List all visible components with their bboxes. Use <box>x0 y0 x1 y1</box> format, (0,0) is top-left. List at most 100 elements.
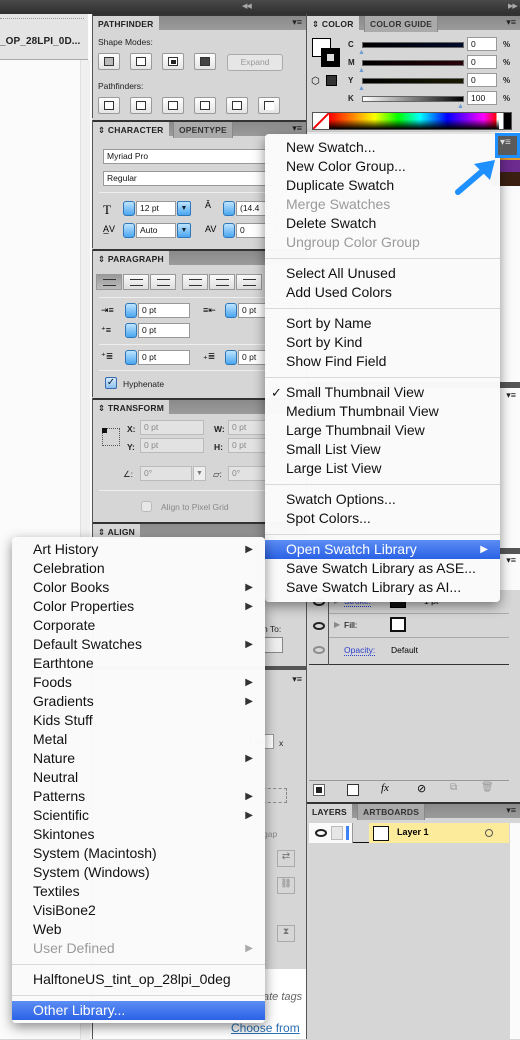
panel-menu-icon[interactable]: ▾≡ <box>292 123 302 134</box>
exclude-button[interactable] <box>194 53 216 70</box>
minus-front-button[interactable] <box>130 53 152 70</box>
menu-item-show-find-field[interactable]: Show Find Field <box>265 352 500 371</box>
menu-item-textiles[interactable]: Textiles <box>12 882 265 901</box>
hyphenate-checkbox[interactable]: ✓ <box>105 377 117 389</box>
tab-layers[interactable]: LAYERS <box>307 804 352 820</box>
tab-artboards[interactable]: ARTBOARDS <box>357 804 426 820</box>
channel-y-slider[interactable] <box>362 78 464 84</box>
unite-button[interactable] <box>98 53 120 70</box>
kerning-field[interactable]: Auto <box>136 223 176 238</box>
reference-point-icon[interactable] <box>102 428 120 446</box>
minus-back-button[interactable] <box>258 97 280 114</box>
menu-item-system-macintosh[interactable]: System (Macintosh) <box>12 844 265 863</box>
menu-item-default-swatches[interactable]: Default Swatches ▶ <box>12 635 265 654</box>
duplicate-item-button[interactable]: ⧉ <box>450 782 457 793</box>
menu-item-visibone2[interactable]: VisiBone2 <box>12 901 265 920</box>
menu-item-neutral[interactable]: Neutral <box>12 768 265 787</box>
fill-expand-icon[interactable]: ▶ <box>334 620 340 629</box>
menu-item-system-windows[interactable]: System (Windows) <box>12 863 265 882</box>
menu-item-art-history[interactable]: Art History ▶ <box>12 540 265 559</box>
y-field[interactable]: 0 pt <box>140 438 204 453</box>
swap-arrows-button[interactable]: ⇄ <box>277 850 295 867</box>
tab-transform[interactable]: ⇕ TRANSFORM <box>93 400 169 416</box>
first-line-indent-stepper[interactable] <box>125 323 137 338</box>
last-color-swatch[interactable] <box>326 75 337 86</box>
space-before-field[interactable]: 0 pt <box>138 350 190 365</box>
align-left-button[interactable] <box>96 274 122 290</box>
menu-item-color-properties[interactable]: Color Properties ▶ <box>12 597 265 616</box>
menu-item-swatch-options[interactable]: Swatch Options... <box>265 490 500 509</box>
menu-item-sort-by-kind[interactable]: Sort by Kind <box>265 333 500 352</box>
menu-item-large-list-view[interactable]: Large List View <box>265 459 500 478</box>
channel-m-thumb[interactable]: ▲ <box>358 67 365 74</box>
color-spectrum[interactable] <box>312 112 512 130</box>
menu-item-save-swatch-library-as-ase[interactable]: Save Swatch Library as ASE... <box>265 559 500 578</box>
rotate-dropdown[interactable]: ▼ <box>193 466 206 481</box>
menu-item-gradients[interactable]: Gradients ▶ <box>12 692 265 711</box>
rotate-field[interactable]: 0° <box>140 466 192 481</box>
font-size-stepper[interactable] <box>123 201 135 216</box>
first-line-indent-field[interactable]: 0 pt <box>138 323 190 338</box>
panel-menu-icon[interactable]: ▾≡ <box>506 805 516 816</box>
clear-appearance-button[interactable]: ⊘ <box>417 782 426 795</box>
menu-item-foods[interactable]: Foods ▶ <box>12 673 265 692</box>
menu-item-skintones[interactable]: Skintones <box>12 825 265 844</box>
menu-item-small-thumbnail-view[interactable]: ✓ Small Thumbnail View <box>265 383 500 402</box>
left-indent-field[interactable]: 0 pt <box>138 303 190 318</box>
menu-item-earthtone[interactable]: Earthtone <box>12 654 265 673</box>
channel-m-slider[interactable] <box>362 60 464 66</box>
x-field[interactable]: 0 pt <box>140 420 204 435</box>
merge-button[interactable] <box>162 97 184 114</box>
menu-item-color-books[interactable]: Color Books ▶ <box>12 578 265 597</box>
opacity-label[interactable]: Opacity: <box>344 645 376 656</box>
add-effect-button[interactable]: fx <box>381 782 389 794</box>
document-tab[interactable]: _OP_28LPI_0D... <box>0 14 88 60</box>
channel-y-field[interactable]: 0 <box>467 73 497 87</box>
channel-k-thumb[interactable]: ▲ <box>457 103 464 110</box>
panel-menu-icon[interactable]: ▾≡ <box>506 17 516 28</box>
menu-item-large-thumbnail-view[interactable]: Large Thumbnail View <box>265 421 500 440</box>
divide-button[interactable] <box>98 97 120 114</box>
menu-item-celebration[interactable]: Celebration <box>12 559 265 578</box>
leading-stepper[interactable] <box>223 201 235 216</box>
trim-button[interactable] <box>130 97 152 114</box>
tab-color-guide[interactable]: COLOR GUIDE <box>364 16 439 32</box>
layer-target-icon[interactable] <box>485 829 493 837</box>
menu-item-scientific[interactable]: Scientific ▶ <box>12 806 265 825</box>
tab-character[interactable]: ⇕ CHARACTER <box>93 122 169 138</box>
menu-item-sort-by-name[interactable]: Sort by Name <box>265 314 500 333</box>
menu-item-spot-colors[interactable]: Spot Colors... <box>265 509 500 528</box>
opacity-visibility-icon[interactable] <box>313 646 325 654</box>
menu-item-web[interactable]: Web <box>12 920 265 939</box>
none-color-swatch[interactable] <box>313 113 329 129</box>
menu-item-add-used-colors[interactable]: Add Used Colors <box>265 283 500 302</box>
kerning-stepper[interactable] <box>123 223 135 238</box>
layer-name[interactable]: Layer 1 <box>397 827 429 837</box>
menu-item-metal[interactable]: Metal <box>12 730 265 749</box>
channel-c-field[interactable]: 0 <box>467 37 497 51</box>
menu-item-open-swatch-library[interactable]: Open Swatch Library ▶ <box>265 540 500 559</box>
intersect-button[interactable] <box>162 53 184 70</box>
layer-visibility-icon[interactable] <box>315 829 327 837</box>
menu-item-delete-swatch[interactable]: Delete Swatch <box>265 214 500 233</box>
panel-menu-icon[interactable]: ▾≡ <box>292 674 302 685</box>
align-center-button[interactable] <box>123 274 149 290</box>
menu-item-kids-stuff[interactable]: Kids Stuff <box>12 711 265 730</box>
add-stroke-button[interactable] <box>313 784 325 796</box>
arrow-align-button[interactable]: ⧗ <box>277 925 295 942</box>
out-of-gamut-icon[interactable]: ⬡ <box>311 76 320 87</box>
fill-visibility-icon[interactable] <box>313 622 325 630</box>
menu-item-halftoneus-tint-op-28lpi-0deg[interactable]: HalftoneUS_tint_op_28lpi_0deg <box>12 970 265 989</box>
channel-y-thumb[interactable]: ▲ <box>358 85 365 92</box>
tracking-stepper[interactable] <box>223 223 235 238</box>
align-pixel-grid-checkbox[interactable] <box>141 501 152 512</box>
tab-opentype[interactable]: OPENTYPE <box>173 122 233 138</box>
menu-item-patterns[interactable]: Patterns ▶ <box>12 787 265 806</box>
outline-button[interactable] <box>226 97 248 114</box>
collapse-left-icon[interactable]: ◀◀ <box>242 2 252 10</box>
collapse-right-icon[interactable]: ▶▶ <box>508 2 518 10</box>
align-right-button[interactable] <box>150 274 176 290</box>
right-indent-stepper[interactable] <box>225 303 237 318</box>
menu-item-nature[interactable]: Nature ▶ <box>12 749 265 768</box>
choose-from-link[interactable]: Choose from <box>231 1021 300 1035</box>
